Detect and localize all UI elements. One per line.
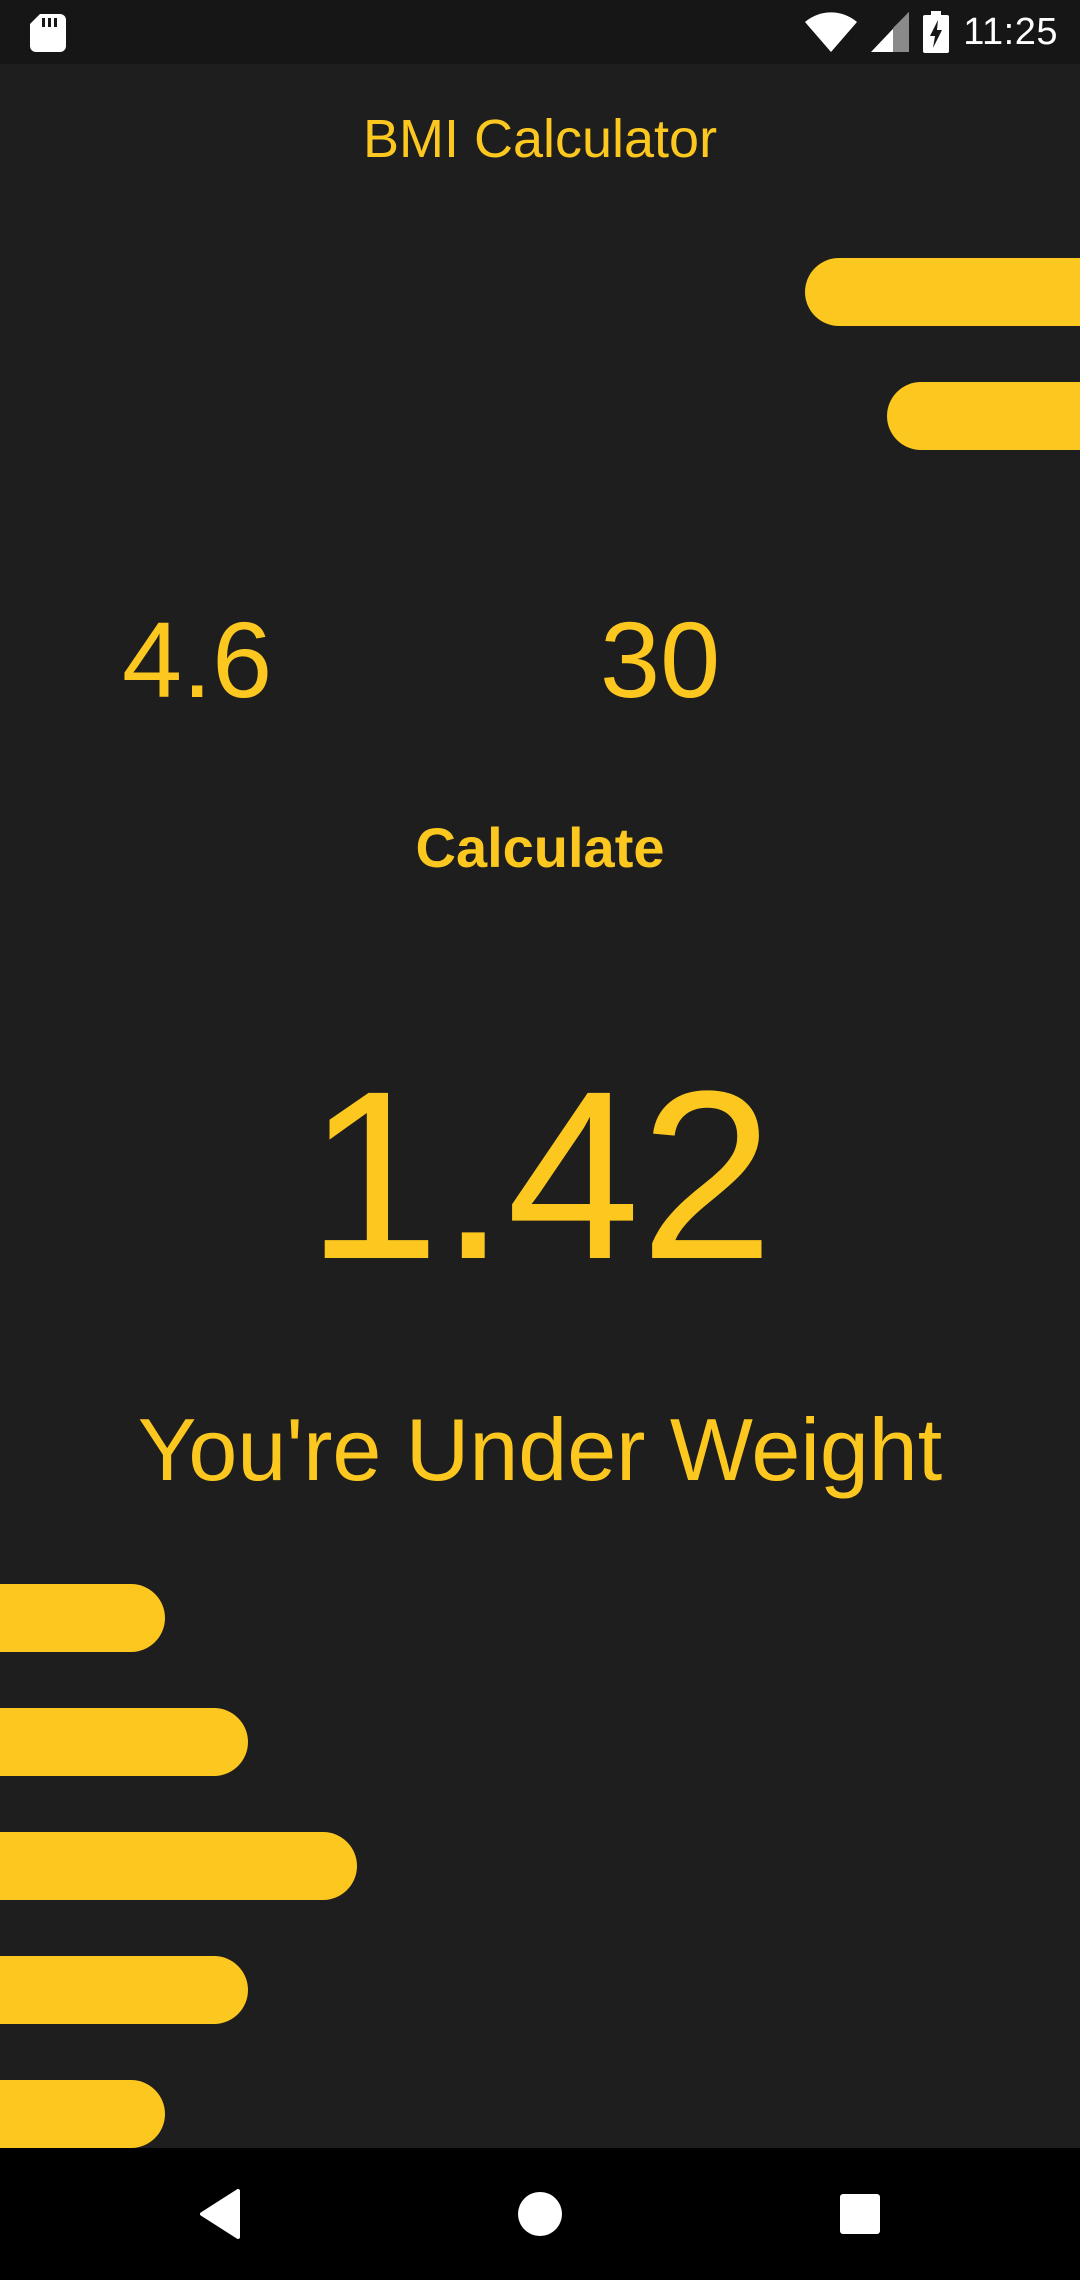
calculate-button[interactable]: Calculate [340,808,740,888]
decorative-pill [887,382,1080,450]
status-icons: 11:25 [805,0,1058,64]
navigation-bar [0,2148,1080,2280]
status-time: 11:25 [963,10,1058,53]
home-button[interactable] [460,2148,620,2280]
wifi-icon [805,12,858,52]
cell-signal-icon [871,12,910,52]
decorative-pill [0,1832,357,1900]
home-icon [518,2192,562,2236]
status-bar: 11:25 [0,0,1080,64]
decorative-pill [805,258,1080,326]
weight-input[interactable]: 4.6 [122,595,272,725]
decorative-pill [0,1584,165,1652]
decorative-pill [0,1956,248,2024]
recents-icon [840,2194,880,2234]
bmi-result-value: 1.42 [306,1041,774,1309]
bmi-status-text: You're Under Weight [137,1400,943,1499]
battery-charging-icon [923,11,950,53]
sd-card-icon [30,14,66,52]
decorative-pill [0,1708,248,1776]
screen: 11:25 BMI Calculator 4.6 30 Calculate 1.… [0,0,1080,2280]
back-button[interactable] [140,2148,300,2280]
decorative-pill [0,2080,165,2148]
recents-button[interactable] [780,2148,940,2280]
height-input[interactable]: 30 [600,595,720,725]
page-title: BMI Calculator [362,109,718,169]
back-icon [200,2189,240,2239]
